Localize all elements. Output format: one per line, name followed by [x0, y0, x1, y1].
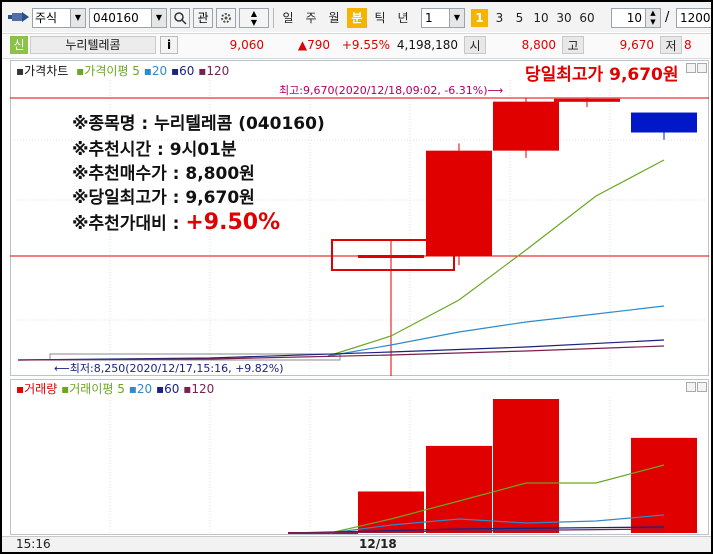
- x-tick-label: 12/18: [359, 537, 397, 551]
- quick-interval-button[interactable]: 5: [511, 8, 528, 28]
- volume-bar: [493, 399, 559, 533]
- low-price: 8: [684, 38, 692, 52]
- legend-price-marker: ▪: [16, 64, 25, 78]
- chart-window: 주식 ▼ 040160 ▼ 관 ▲ ▼ 일주월분틱년 1 ▼ 1 3 5 10 30 60…: [2, 2, 711, 552]
- price-change: ▲790: [297, 38, 330, 52]
- volume-bar: [358, 491, 424, 533]
- low-label: 저: [660, 36, 682, 54]
- up-down-spinner[interactable]: ▲ ▼: [239, 8, 269, 28]
- period-tab[interactable]: 틱: [370, 8, 390, 28]
- legend-vol-ma60: ▪60: [155, 382, 180, 396]
- x-tick-label: 15:16: [16, 537, 51, 551]
- annotation-day-high: ※당일최고가 : 9,670원: [72, 188, 255, 208]
- legend-ma60: ▪60: [171, 64, 195, 78]
- period-tab[interactable]: 일: [278, 8, 298, 28]
- candle-body: [554, 98, 620, 102]
- legend-ma120: ▪120: [198, 64, 230, 78]
- slash-label: /: [665, 10, 670, 25]
- period-tab[interactable]: 분: [347, 8, 367, 28]
- credit-tag: 신: [10, 36, 28, 54]
- candle-body: [493, 101, 559, 151]
- interval-badge[interactable]: 1: [471, 9, 488, 27]
- day-high-headline: 당일최고가 9,670원: [525, 65, 679, 85]
- period-tab[interactable]: 월: [324, 8, 344, 28]
- ma120-line: [17, 345, 665, 361]
- total-count-input[interactable]: 1200: [676, 8, 711, 28]
- x-axis: [2, 536, 711, 552]
- interval-select[interactable]: 1 ▼: [421, 8, 465, 28]
- trading-volume: 4,198,180: [396, 38, 458, 52]
- change-rate: +9.55%: [341, 38, 390, 52]
- search-icon[interactable]: [170, 8, 190, 28]
- legend-vol-ma120: ▪120: [183, 382, 215, 396]
- count-input[interactable]: 10 ▲ ▼: [611, 8, 661, 28]
- count-value: 10: [626, 11, 642, 25]
- stock-code-value: 040160: [93, 11, 139, 25]
- legend-ma20: ▪20: [143, 64, 168, 78]
- open-price: 8,800: [521, 38, 556, 52]
- annotation-gain: ※추천가대비 : +9.50%: [72, 210, 281, 235]
- interval-value: 1: [425, 11, 433, 25]
- min-price-note: ⟵최저:8,250(2020/12/17,15:16, +9.82%): [54, 362, 284, 375]
- legend-price-title: 가격차트: [24, 64, 69, 78]
- volume-bar: [631, 437, 697, 533]
- chevron-down-icon: ▼: [70, 9, 85, 27]
- legend-volume: ▪거래량: [16, 382, 58, 396]
- price-legend: ▪가격차트 ▪가격이평 5 ▪20 ▪60 ▪120: [16, 64, 229, 78]
- open-label: 시: [464, 36, 486, 54]
- high-price: 9,670: [619, 38, 654, 52]
- stock-name[interactable]: 누리텔레콤: [30, 36, 156, 54]
- legend-vol-ma5: 5: [117, 382, 125, 396]
- current-price: 9,060: [229, 38, 264, 52]
- market-select-value: 주식: [35, 11, 58, 25]
- volume-legend: ▪거래량 ▪거래이평 5 ▪20 ▪60 ▪120: [16, 382, 214, 396]
- annotation-stock-name: ※종목명 : 누리텔레콤 (040160): [72, 114, 325, 134]
- total-count-value: 1200: [680, 11, 711, 25]
- gain-value: +9.50%: [185, 210, 281, 235]
- favorite-button[interactable]: 관: [193, 8, 213, 28]
- legend-vol-ma20: ▪20: [128, 382, 153, 396]
- max-price-note: 최고:9,670(2020/12/18,09:02, -6.31%)⟶: [279, 84, 504, 97]
- divider: [273, 8, 274, 28]
- link-icon[interactable]: [8, 10, 30, 24]
- annotation-buy-price: ※추천매수가 : 8,800원: [72, 164, 255, 184]
- period-tab[interactable]: 년: [393, 8, 413, 28]
- legend-vol-ma-label: ▪거래이평: [61, 382, 114, 396]
- chevron-down-icon: ▼: [151, 9, 166, 27]
- high-label: 고: [562, 36, 584, 54]
- spinner-icon: ▲ ▼: [645, 9, 660, 27]
- candle-body: [631, 112, 697, 133]
- stock-code-input[interactable]: 040160 ▼: [89, 8, 167, 28]
- market-select[interactable]: 주식 ▼: [32, 8, 86, 28]
- quick-interval-button[interactable]: 30: [554, 8, 574, 28]
- quick-interval-button[interactable]: 10: [531, 8, 551, 28]
- quick-interval-button[interactable]: 3: [491, 8, 508, 28]
- period-tab[interactable]: 주: [301, 8, 321, 28]
- annotation-recommend-time: ※추천시간 : 9시01분: [72, 140, 237, 160]
- chevron-down-icon: ▼: [449, 9, 464, 27]
- legend-ma5: 5: [132, 64, 140, 78]
- info-button[interactable]: i: [160, 36, 178, 54]
- legend-ma-label: ▪가격이평: [76, 64, 129, 78]
- candle-body: [358, 255, 424, 258]
- quick-interval-button[interactable]: 60: [577, 8, 597, 28]
- volume-chart-canvas: [109, 397, 697, 534]
- panel-controls-icon[interactable]: [686, 63, 707, 73]
- volume-panel-controls-icon[interactable]: [686, 382, 707, 392]
- settings-icon[interactable]: [216, 8, 236, 28]
